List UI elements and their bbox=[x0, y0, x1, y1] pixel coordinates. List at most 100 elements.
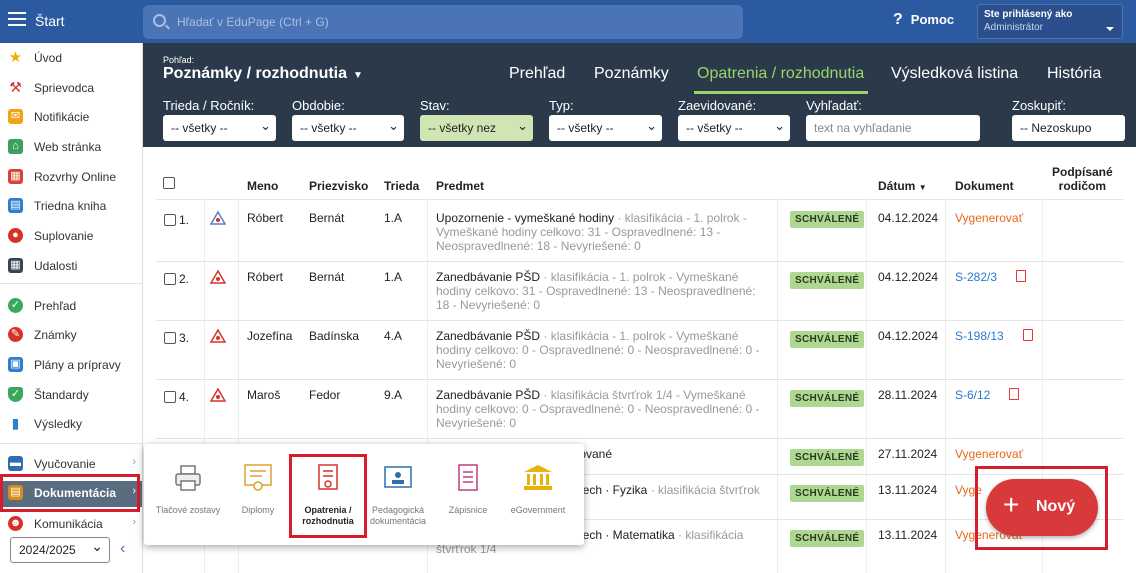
row-checkbox[interactable] bbox=[164, 214, 176, 226]
home-icon: ⌂ bbox=[8, 139, 23, 154]
warning-icon bbox=[210, 387, 226, 402]
question-icon: ? bbox=[893, 11, 903, 28]
chevron-right-icon: › bbox=[132, 456, 136, 468]
submenu-label: Zápisnice bbox=[448, 505, 488, 515]
generate-document-link[interactable]: Vygenerovať bbox=[955, 211, 1023, 225]
header-podpisane[interactable]: Podpísané rodičom bbox=[1052, 165, 1113, 193]
select-all-checkbox[interactable] bbox=[163, 177, 175, 189]
header-meno[interactable]: Meno bbox=[247, 179, 278, 193]
submenu-tlacove-zostavy[interactable]: Tlačové zostavy bbox=[150, 462, 226, 516]
sidebar-item-standardy[interactable]: ✓ Štandardy bbox=[0, 383, 142, 407]
record-title: pech · Fyzika bbox=[576, 483, 648, 497]
chevron-down-icon: ⌄ bbox=[646, 118, 657, 133]
cell-datum: 13.11.2024 bbox=[878, 483, 938, 497]
sidebar-item-vyucovanie[interactable]: ▬ Vyučovanie › bbox=[0, 452, 142, 476]
search-input[interactable]: Hľadať v EduPage (Ctrl + G) bbox=[143, 5, 743, 39]
header-priezvisko[interactable]: Priezvisko bbox=[309, 179, 368, 193]
sidebar-item-znamky[interactable]: ✎ Známky bbox=[0, 323, 142, 347]
header-datum[interactable]: Dátum ▼ bbox=[878, 179, 927, 193]
check-icon: ✓ bbox=[8, 298, 23, 313]
view-label: Pohľad: bbox=[163, 55, 195, 65]
cell-predmet: Zanedbávanie PŠD · klasifikácia štvrťrok… bbox=[436, 388, 766, 430]
submenu-diplomy[interactable]: Diplomy bbox=[220, 462, 296, 516]
header-datum-label: Dátum bbox=[878, 179, 916, 193]
sidebar-item-label: Štandardy bbox=[34, 388, 89, 402]
collapse-sidebar-icon[interactable]: ‹ bbox=[120, 540, 125, 558]
timetable-icon: ▦ bbox=[8, 169, 23, 184]
document-link[interactable]: S-198/13 bbox=[955, 329, 1004, 343]
header-trieda[interactable]: Trieda bbox=[384, 179, 419, 193]
cell-predmet: pech · Fyzika · klasifikácia štvrťrok bbox=[576, 483, 776, 497]
user-menu[interactable]: Ste prihlásený ako Administrátor bbox=[977, 4, 1123, 39]
sidebar-item-suplovanie[interactable]: ● Suplovanie bbox=[0, 224, 142, 248]
filter-search-input[interactable]: text na vyhľadanie bbox=[806, 115, 980, 141]
submenu-zapisnice[interactable]: Zápisnice bbox=[430, 462, 506, 516]
cell-trieda: 1.A bbox=[384, 270, 403, 284]
record-title: Upozornenie - vymeškané hodiny bbox=[436, 211, 615, 225]
sidebar-item-web[interactable]: ⌂ Web stránka bbox=[0, 135, 142, 159]
header-podpisane-l2: rodičom bbox=[1058, 179, 1107, 193]
generate-document-link[interactable]: Vygenerovať bbox=[955, 447, 1023, 461]
pdf-icon[interactable] bbox=[1023, 329, 1033, 341]
start-link[interactable]: Štart bbox=[35, 13, 65, 29]
status-badge: SCHVÁLENÉ bbox=[790, 530, 865, 547]
row-checkbox[interactable] bbox=[164, 332, 176, 344]
sidebar-item-plany[interactable]: ▣ Plány a prípravy bbox=[0, 353, 142, 377]
submenu-egovernment[interactable]: eGovernment bbox=[500, 462, 576, 516]
row-checkbox[interactable] bbox=[164, 273, 176, 285]
school-year-select[interactable]: 2024/2025 bbox=[10, 537, 110, 563]
filter-value: -- všetky -- bbox=[171, 121, 228, 135]
active-tab-underline bbox=[694, 91, 868, 94]
filter-zoskupit-select[interactable]: -- Nezoskupo bbox=[1012, 115, 1125, 141]
cell-priezvisko: Bernát bbox=[309, 211, 345, 225]
row-number: 2. bbox=[179, 272, 190, 286]
tab-prehlad[interactable]: Prehľad bbox=[509, 65, 565, 83]
header-predmet[interactable]: Predmet bbox=[436, 179, 484, 193]
filter-label-stav: Stav: bbox=[420, 98, 450, 113]
chevron-down-icon: ⌄ bbox=[260, 118, 271, 133]
filter-zaevidovane-select[interactable]: -- všetky -- ⌄ bbox=[678, 115, 790, 141]
tab-historia[interactable]: História bbox=[1047, 65, 1101, 83]
sidebar-item-vysledky[interactable]: ▮ Výsledky bbox=[0, 412, 142, 436]
header-dokument[interactable]: Dokument bbox=[955, 179, 1014, 193]
filter-typ-select[interactable]: -- všetky -- ⌄ bbox=[549, 115, 662, 141]
sidebar-item-triedna-kniha[interactable]: ▤ Triedna kniha bbox=[0, 194, 142, 218]
help-button[interactable]: ? Pomoc bbox=[893, 11, 954, 29]
chevron-down-icon bbox=[1106, 27, 1114, 35]
cell-predmet: Zanedbávanie PŠD · klasifikácia - 1. pol… bbox=[436, 270, 766, 312]
book-icon: ▤ bbox=[8, 198, 23, 213]
sidebar-item-label: Rozvrhy Online bbox=[34, 170, 117, 184]
pedagogical-doc-icon bbox=[384, 466, 412, 488]
filter-value: -- Nezoskupo bbox=[1020, 121, 1092, 135]
filter-trieda-select[interactable]: -- všetky -- ⌄ bbox=[163, 115, 276, 141]
tab-opatrenia[interactable]: Opatrenia / rozhodnutia bbox=[697, 65, 864, 83]
sidebar-item-label: Sprievodca bbox=[34, 81, 95, 95]
filter-obdobie-select[interactable]: -- všetky -- ⌄ bbox=[292, 115, 404, 141]
tab-vysledkova-listina[interactable]: Výsledková listina bbox=[891, 65, 1018, 83]
sidebar-item-notifikacie[interactable]: ✉ Notifikácie bbox=[0, 105, 142, 129]
sidebar-item-sprievodca[interactable]: ⚒ Sprievodca bbox=[0, 76, 142, 100]
cell-priezvisko: Badínska bbox=[309, 329, 360, 343]
row-checkbox[interactable] bbox=[164, 391, 176, 403]
sidebar-item-udalosti[interactable]: ▦ Udalosti bbox=[0, 254, 142, 278]
chat-icon: ☻ bbox=[8, 516, 23, 531]
submenu-pedagogicka-dokumentacia[interactable]: Pedagogická dokumentácia bbox=[360, 462, 436, 527]
warning-icon bbox=[210, 210, 226, 225]
chevron-down-icon: ⌄ bbox=[774, 118, 785, 133]
status-badge: SCHVÁLENÉ bbox=[790, 390, 865, 407]
view-title: Poznámky / rozhodnutia bbox=[163, 65, 348, 82]
document-link[interactable]: S-6/12 bbox=[955, 388, 990, 402]
sidebar-item-rozvrhy[interactable]: ▦ Rozvrhy Online bbox=[0, 165, 142, 189]
sidebar-item-komunikacia[interactable]: ☻ Komunikácia › bbox=[0, 512, 142, 536]
tab-poznamky[interactable]: Poznámky bbox=[594, 65, 669, 83]
document-link[interactable]: S-282/3 bbox=[955, 270, 997, 284]
pdf-icon[interactable] bbox=[1016, 270, 1026, 282]
hamburger-menu-icon[interactable] bbox=[8, 12, 26, 26]
col-divider bbox=[945, 199, 946, 573]
view-selector[interactable]: Poznámky / rozhodnutia ▼ bbox=[163, 65, 363, 83]
sidebar-item-prehlad[interactable]: ✓ Prehľad bbox=[0, 294, 142, 318]
sidebar-item-uvod[interactable]: ★ Úvod bbox=[0, 46, 142, 70]
filter-stav-select[interactable]: -- všetky nez ⌄ bbox=[420, 115, 533, 141]
calendar-icon: ▦ bbox=[8, 258, 23, 273]
pdf-icon[interactable] bbox=[1009, 388, 1019, 400]
